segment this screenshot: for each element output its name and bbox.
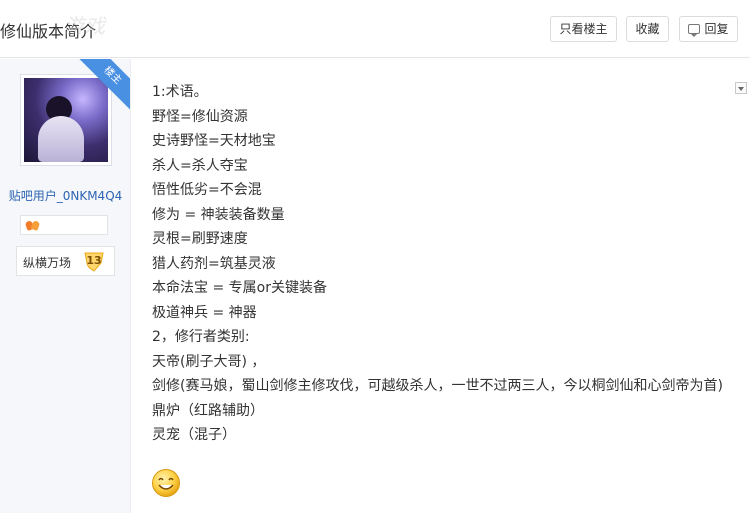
level-number: 13: [86, 254, 102, 267]
chevron-down-icon[interactable]: [735, 82, 747, 94]
post-line: 史诗野怪=天材地宝: [152, 133, 276, 149]
watermark: 游戏: [64, 14, 106, 38]
level-shield-icon: 13: [83, 250, 105, 272]
post-line: 极道神兵 = 神器: [152, 304, 257, 321]
post-line: 杀人=杀人夺宝: [152, 157, 248, 174]
author-username[interactable]: 贴吧用户_0NKM4Q4: [0, 187, 130, 204]
reply-button[interactable]: 回复: [679, 16, 738, 42]
member-badge[interactable]: [20, 215, 108, 235]
smile-emoji-icon: [152, 469, 180, 497]
post-line: 2，修行者类别:: [152, 329, 250, 345]
post-line: 天帝(刷子大哥) ，: [152, 353, 266, 370]
avatar-image: [24, 78, 108, 162]
only-op-button[interactable]: 只看楼主: [550, 16, 617, 42]
post-line: 悟性低劣=不会混: [152, 182, 262, 198]
post-line: 1:术语。: [152, 84, 208, 100]
thread-header: 修仙版本简介 游戏 只看楼主 收藏 回复: [0, 0, 750, 58]
reply-button-label: 回复: [704, 22, 729, 36]
level-badge-name: 纵横万场: [23, 256, 72, 270]
post-line: 猎人药剂=筑基灵液: [152, 255, 276, 272]
author-sidebar: 楼主 贴吧用户_0NKM4Q4 纵横万场 13: [0, 59, 131, 513]
post-line: 野怪=修仙资源: [152, 108, 248, 125]
level-badge[interactable]: 纵横万场 13: [16, 246, 115, 276]
member-badge-icon: [26, 219, 40, 231]
post-line: 剑修(赛马娘，蜀山剑修主修攻伐，可越级杀人，一世不过两三人，今以桐剑仙和心剑帝为…: [152, 378, 723, 394]
post-line: 灵根=刷野速度: [152, 231, 248, 247]
collect-button[interactable]: 收藏: [626, 16, 669, 42]
reply-icon: [688, 24, 701, 37]
post-line: 鼎炉（红路辅助）: [152, 402, 264, 419]
post-line: 本命法宝 = 专属or关键装备: [152, 280, 327, 296]
post-line: 灵宠（混子）: [152, 427, 236, 443]
avatar[interactable]: [20, 74, 112, 166]
post-line: 修为 = 神装装备数量: [152, 206, 285, 223]
post-content: 1:术语。 野怪=修仙资源 史诗野怪=天材地宝 杀人=杀人夺宝 悟性低劣=不会混…: [152, 80, 732, 448]
